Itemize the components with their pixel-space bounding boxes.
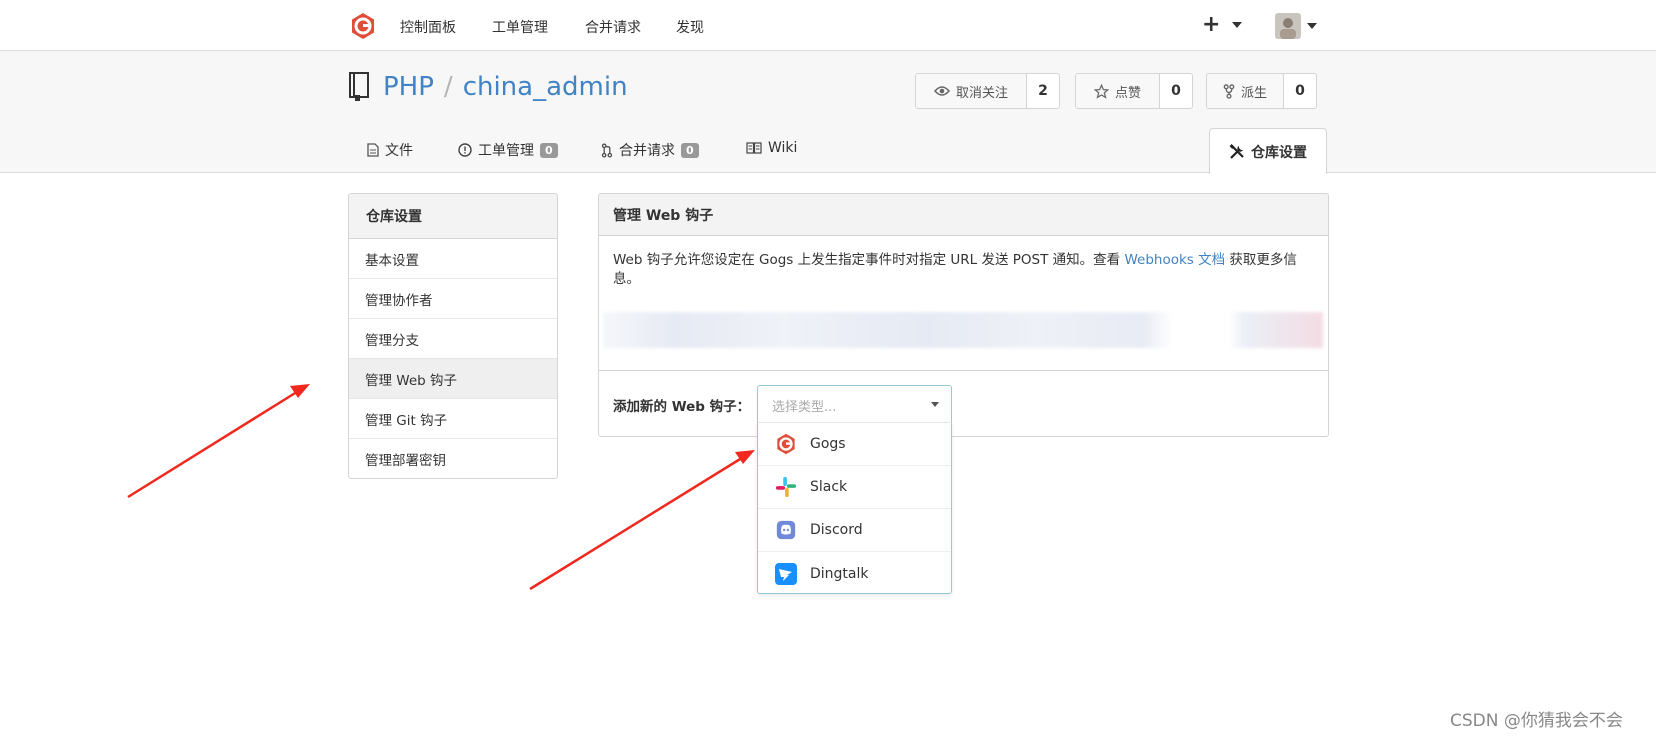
- csdn-watermark: CSDN @你猜我会不会: [1450, 711, 1623, 731]
- annotation-arrows: [127, 384, 755, 591]
- arrow-to-dropdown: [529, 450, 755, 591]
- arrow-to-sidebar: [127, 384, 310, 499]
